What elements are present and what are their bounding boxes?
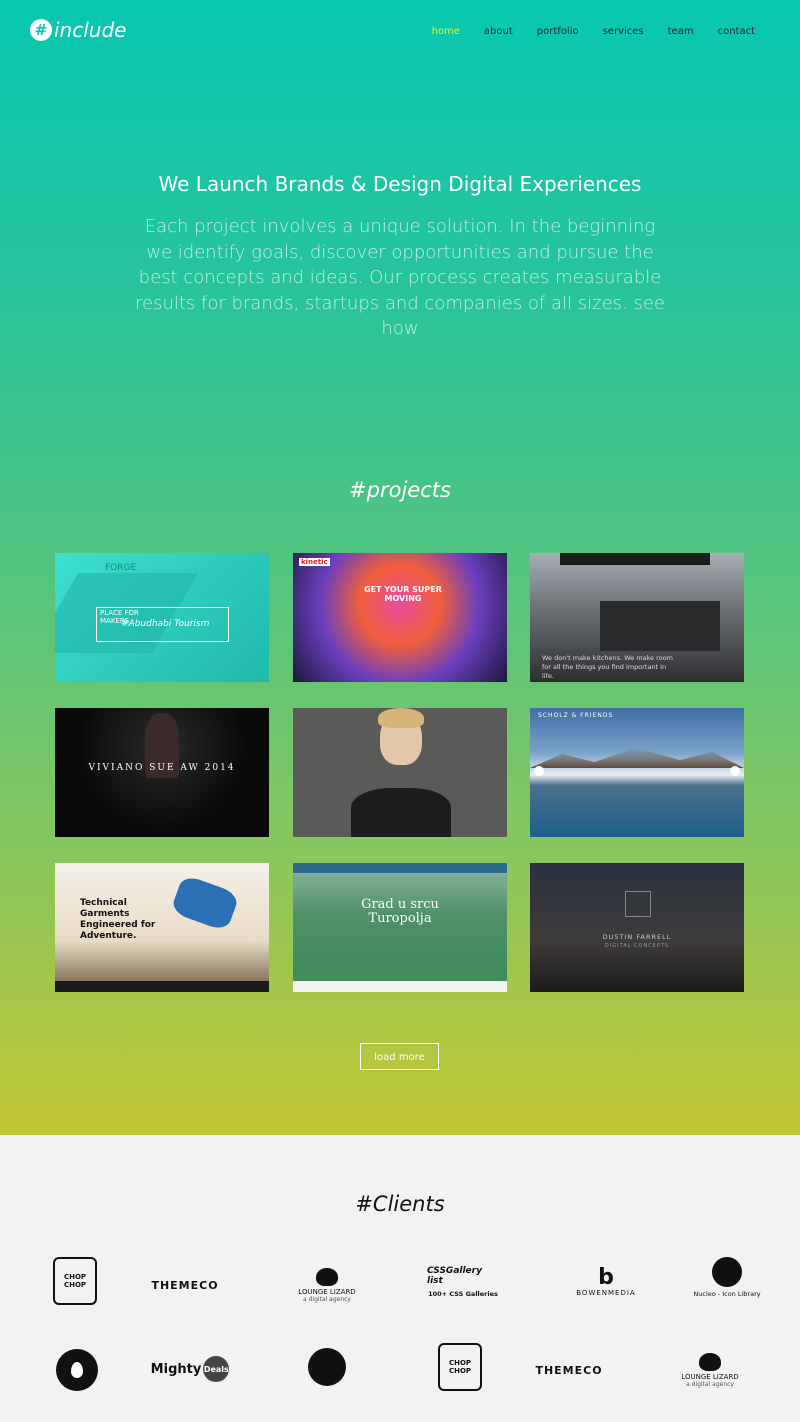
client-name: LOUNGE LIZARD <box>681 1372 739 1381</box>
client-logo-chopchop: CHOP CHOP <box>52 1257 98 1305</box>
project-tile-adventure[interactable]: Technical Garments Engineered for Advent… <box>55 863 269 992</box>
client-name: CHOP CHOP <box>438 1343 482 1391</box>
project-tile-portrait[interactable] <box>293 708 507 837</box>
project-tile-viviano[interactable]: VIVIANO SUE AW 2014 <box>55 708 269 837</box>
client-logo-themeco-2: THEMECO <box>532 1358 606 1382</box>
tile-caption: GET YOUR SUPER MOVING <box>364 585 442 603</box>
tile-caption: SCHOLZ & FRIENDS <box>538 712 614 719</box>
tile-climber <box>169 873 241 933</box>
client-name: BOWENMEDIA <box>576 1289 636 1297</box>
client-name: Nucleo - Icon Library <box>693 1289 761 1298</box>
client-sub: a digital agency <box>303 1295 351 1303</box>
lizard-icon <box>316 1267 338 1286</box>
client-logo-nucleo: Nucleo - Icon Library <box>692 1254 762 1300</box>
tile-top-label: FORGE <box>105 563 137 573</box>
client-name: THEMECO <box>151 1278 219 1292</box>
tile-hair <box>378 708 424 728</box>
bowen-mark-icon: b <box>598 1265 614 1290</box>
client-name: THEMECO <box>535 1363 603 1377</box>
client-logo-chopchop-2: CHOP CHOP <box>437 1343 483 1391</box>
tile-caption: Technical Garments Engineered for Advent… <box>80 898 156 941</box>
brand-name: include <box>54 18 127 42</box>
tile-suit <box>351 788 451 837</box>
hero-headline: We Launch Brands & Design Digital Experi… <box>158 172 642 196</box>
client-sub: a digital agency <box>686 1380 734 1388</box>
nav-contact[interactable]: contact <box>718 26 755 37</box>
nucleo-icon <box>712 1256 742 1287</box>
client-sub: Deals <box>203 1356 230 1382</box>
project-tile-kitchen[interactable]: We don't make kitchens. We make room for… <box>530 553 744 682</box>
tile-top-label: kinetic <box>299 558 330 566</box>
tile-caption: #Abudhabi Tourism <box>121 619 210 629</box>
bug-icon <box>308 1348 346 1386</box>
client-sub: 100+ CSS Galleries <box>428 1290 498 1298</box>
tile-grid-mark <box>625 891 651 917</box>
tile-footer-bar <box>293 981 507 992</box>
drop-icon <box>56 1349 98 1391</box>
client-name: CSSGallery list <box>427 1266 482 1286</box>
project-tile-dustin[interactable]: DUSTIN FARRELL DIGITAL CONCEPTS <box>530 863 744 992</box>
load-more-button[interactable]: load more <box>360 1043 439 1070</box>
tile-caption: VIVIANO SUE AW 2014 <box>88 763 236 773</box>
prev-arrow-icon <box>534 766 544 776</box>
project-tile-turopolja[interactable]: Grad u srcu Turopolja <box>293 863 507 992</box>
client-name: LOUNGE LIZARD <box>298 1287 356 1296</box>
client-logo-loungelizard: LOUNGE LIZARD a digital agency <box>292 1262 362 1308</box>
client-logo-mightydeals: Mighty Deals <box>150 1352 230 1386</box>
client-logo-drop <box>55 1348 99 1392</box>
lizard-icon <box>699 1352 721 1371</box>
project-tile-scholz[interactable]: SCHOLZ & FRIENDS <box>530 708 744 837</box>
client-logo-loungelizard-2: LOUNGE LIZARD a digital agency <box>675 1349 745 1391</box>
tile-sub-label: DIGITAL CONCEPTS <box>604 943 670 949</box>
nav-home[interactable]: home <box>432 26 460 37</box>
projects-title: #projects <box>349 478 451 502</box>
tile-beam <box>560 553 710 565</box>
client-name: Mighty <box>150 1361 202 1377</box>
client-name: CHOP CHOP <box>53 1257 97 1305</box>
hero-intro: Each project involves a unique solution.… <box>134 216 665 339</box>
client-logo-bowenmedia: b BOWENMEDIA <box>573 1262 639 1302</box>
client-logo-themeco: THEMECO <box>148 1272 222 1298</box>
nav-about[interactable]: about <box>484 26 513 37</box>
client-logo-cssgallery: CSSGallery list 100+ CSS Galleries <box>427 1261 499 1303</box>
brand-logo[interactable]: # include <box>30 16 126 44</box>
tile-footer-bar <box>55 981 269 992</box>
clients-title: #Clients <box>355 1192 445 1216</box>
project-tile-kinetic[interactable]: kinetic GET YOUR SUPER MOVING <box>293 553 507 682</box>
project-tile-abudhabi[interactable]: FORGE PLACE FOR MAKERS #Abudhabi Tourism <box>55 553 269 682</box>
tile-caption: We don't make kitchens. We make room for… <box>542 654 673 680</box>
main-nav: home about portfolio services team conta… <box>408 26 755 37</box>
nav-team[interactable]: team <box>668 26 694 37</box>
next-arrow-icon <box>730 766 740 776</box>
hash-icon: # <box>30 19 52 41</box>
tile-header-bar <box>293 863 507 873</box>
client-logo-bug <box>306 1346 348 1388</box>
tile-caption: Grad u srcu Turopolja <box>361 897 439 926</box>
tile-caption: DUSTIN FARRELL <box>602 933 672 941</box>
nav-portfolio[interactable]: portfolio <box>537 26 579 37</box>
tile-island <box>600 601 720 651</box>
tile-mountains <box>530 748 744 768</box>
nav-services[interactable]: services <box>603 26 644 37</box>
